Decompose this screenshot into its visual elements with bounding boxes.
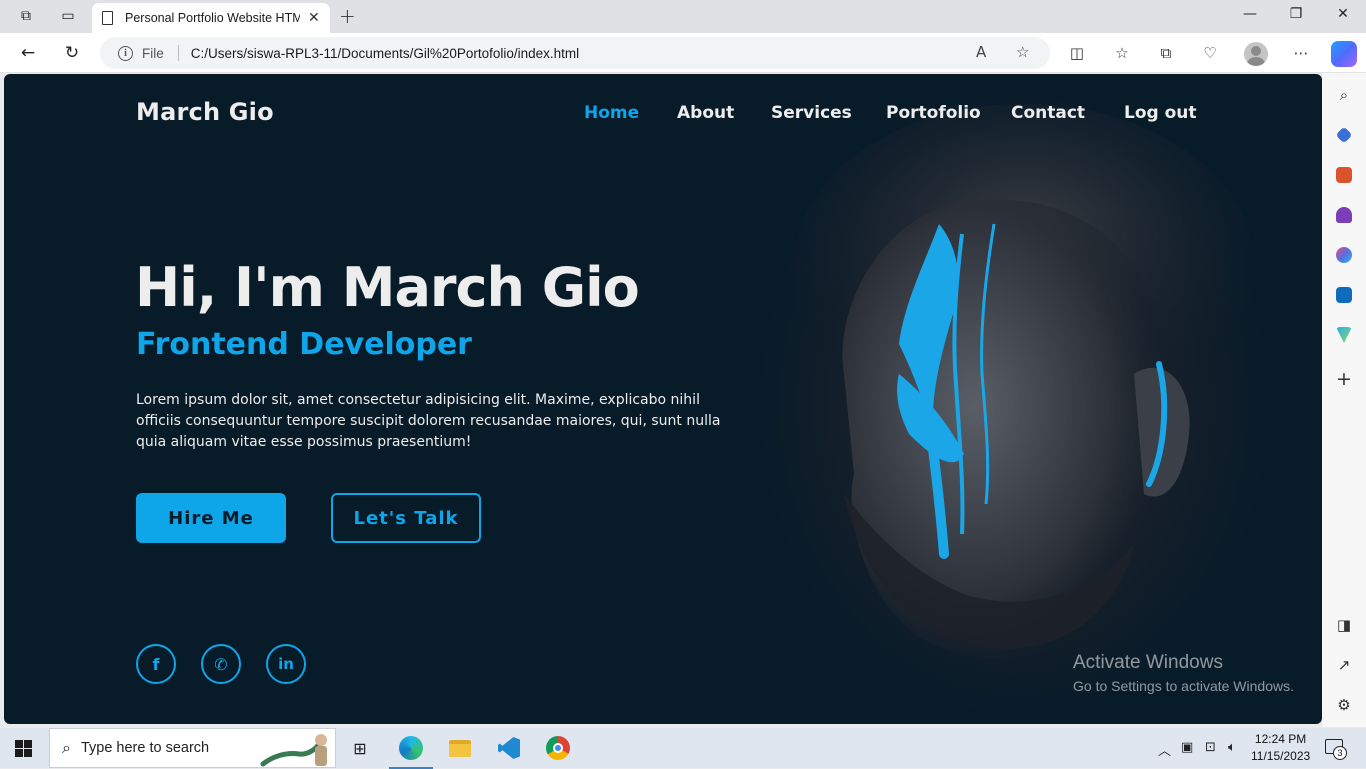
new-tab-button[interactable]: + [339,4,356,28]
outlook-icon[interactable] [1334,285,1354,305]
add-icon[interactable]: + [1334,368,1354,390]
chrome-icon[interactable] [545,736,571,760]
task-view-icon[interactable]: ⊞ [347,736,373,760]
watermark-subtitle: Go to Settings to activate Windows. [1073,678,1294,694]
tab-strip: ⧉ ▭ Personal Portfolio Website HTML ✕ + … [0,0,1366,33]
collections-icon[interactable]: ⧉ [1155,43,1177,63]
tools-icon[interactable] [1334,165,1354,185]
url-text[interactable]: C:/Users/siswa-RPL3-11/Documents/Gil%20P… [191,46,579,61]
read-aloud-icon[interactable]: A [976,43,986,61]
browser-essentials-icon[interactable]: ♡ [1199,43,1221,63]
refresh-button[interactable]: ↻ [59,41,85,65]
search-highlight-illustration [260,734,327,767]
search-placeholder: Type here to search [80,740,210,756]
scheme-label: File [142,45,164,61]
windows-start-icon[interactable] [15,740,32,757]
profile-avatar[interactable] [1244,42,1268,66]
taskbar-search-box[interactable]: ⌕ Type here to search [49,728,336,768]
divider [177,45,179,61]
linkedin-icon[interactable]: in [266,644,306,684]
hero-portrait-image [694,74,1322,724]
settings-gear-icon[interactable]: ⚙ [1334,695,1354,715]
search-icon[interactable]: ⌕ [1334,85,1354,105]
security-tray-icon[interactable]: ▣ [1181,740,1193,755]
page-icon [102,11,113,25]
notification-badge: 3 [1333,746,1347,760]
show-hidden-icons[interactable]: ︿ [1158,740,1171,759]
portfolio-page: March Gio Home About Services Portofolio… [4,74,1322,724]
address-bar[interactable]: i File C:/Users/siswa-RPL3-11/Documents/… [100,37,1050,69]
nav-contact[interactable]: Contact [1011,103,1085,123]
hero-title: Hi, I'm March Gio [135,256,640,319]
close-tab-icon[interactable]: ✕ [308,10,320,26]
more-menu-icon[interactable]: ⋯ [1290,43,1312,63]
open-external-icon[interactable]: ↗ [1334,655,1354,675]
nav-portofolio[interactable]: Portofolio [886,103,981,123]
back-button[interactable]: ← [15,41,41,65]
whatsapp-icon[interactable]: ✆ [201,644,241,684]
nav-services[interactable]: Services [771,103,852,123]
hire-me-button[interactable]: Hire Me [136,493,286,543]
tab-actions-icon[interactable]: ▭ [55,5,81,27]
site-logo[interactable]: March Gio [136,98,274,126]
copilot-icon[interactable] [1331,41,1357,67]
restore-button[interactable]: ❐ [1284,6,1308,22]
windows-taskbar: ⌕ Type here to search ⊞ ︿ ▣ ⊡ 🔈︎ 12:24 P… [0,728,1366,769]
watermark-title: Activate Windows [1073,652,1223,673]
nav-home[interactable]: Home [584,103,639,123]
activate-windows-watermark: Activate Windows Go to Settings to activ… [1073,652,1294,694]
shopping-icon[interactable] [1334,125,1354,145]
toolbar: ← ↻ i File C:/Users/siswa-RPL3-11/Docume… [0,33,1366,73]
vscode-icon[interactable] [496,736,522,760]
browser-tab[interactable]: Personal Portfolio Website HTML ✕ [92,3,330,33]
split-screen-icon[interactable]: ◫ [1066,43,1088,63]
favorite-star-icon[interactable]: ☆ [1016,43,1029,61]
network-icon[interactable]: ⊡ [1205,740,1216,755]
microsoft365-icon[interactable] [1334,245,1354,265]
volume-icon[interactable]: 🔈︎ [1228,740,1236,755]
facebook-icon[interactable]: f [136,644,176,684]
edge-sidebar: ⌕ + ◨ ↗ ⚙ [1322,73,1366,727]
close-window-button[interactable]: ✕ [1331,6,1355,22]
tab-title: Personal Portfolio Website HTML [125,11,300,25]
clock-date: 11/15/2023 [1251,749,1311,763]
workspaces-icon[interactable]: ⧉ [13,5,39,27]
minimize-button[interactable]: — [1238,6,1262,22]
edge-taskbar-icon[interactable] [389,736,433,769]
hero-subtitle: Frontend Developer [136,327,472,362]
file-explorer-icon[interactable] [447,736,473,760]
drop-icon[interactable] [1334,325,1354,345]
search-icon: ⌕ [62,738,71,757]
info-icon[interactable]: i [118,45,133,61]
lets-talk-button[interactable]: Let's Talk [331,493,481,543]
clock-time: 12:24 PM [1254,732,1307,746]
nav-logout[interactable]: Log out [1124,103,1197,123]
games-icon[interactable] [1334,205,1354,225]
hide-sidebar-icon[interactable]: ◨ [1334,615,1354,635]
nav-about[interactable]: About [677,103,734,123]
system-clock[interactable]: 12:24 PM 11/15/2023 [1251,731,1310,765]
favorites-icon[interactable]: ☆ [1111,43,1133,63]
hero-description: Lorem ipsum dolor sit, amet consectetur … [136,392,721,450]
